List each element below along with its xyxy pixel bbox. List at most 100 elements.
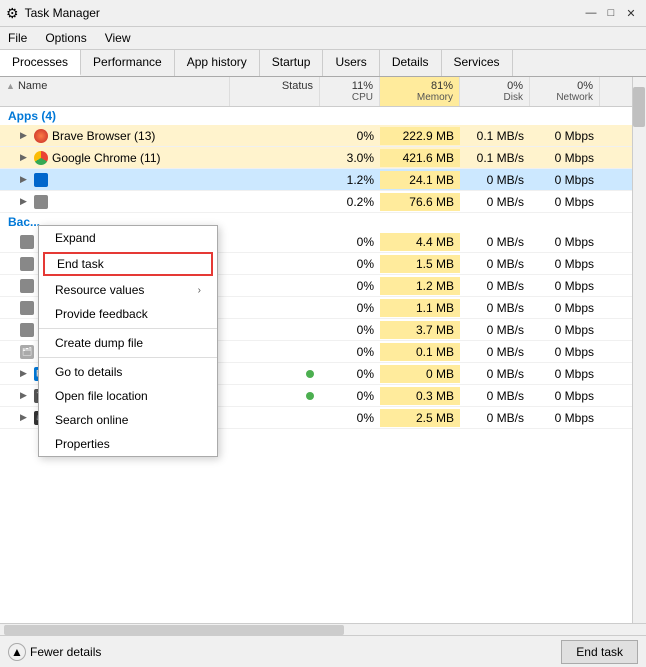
ctx-expand[interactable]: Expand — [39, 226, 217, 250]
col-cpu[interactable]: 11% CPU — [320, 77, 380, 106]
process-memory: 0 MB — [380, 365, 460, 383]
chrome-icon — [34, 151, 48, 165]
tab-users[interactable]: Users — [323, 50, 379, 76]
process-status — [230, 365, 320, 383]
menu-view[interactable]: View — [101, 29, 135, 47]
process-memory: 0.3 MB — [380, 387, 460, 405]
expand-arrow[interactable]: ▶ — [20, 196, 30, 207]
process-cpu: 0.2% — [320, 193, 380, 211]
app-icon: ⚙ — [6, 5, 19, 22]
process-memory: 1.5 MB — [380, 255, 460, 273]
process-memory: 4.4 MB — [380, 233, 460, 251]
process-network: 0 Mbps — [530, 299, 600, 317]
process-network: 0 Mbps — [530, 171, 600, 189]
table-row[interactable]: ▶ Google Chrome (11) 3.0% 421.6 MB 0.1 M… — [0, 147, 632, 169]
column-headers: ▲ Name Status 11% CPU 81% Memory 0% Disk… — [0, 77, 646, 107]
process-name: ▶ Brave Browser (13) — [0, 127, 230, 145]
table-row[interactable]: ▶ 0.2% 76.6 MB 0 MB/s 0 Mbps — [0, 191, 632, 213]
col-memory[interactable]: 81% Memory — [380, 77, 460, 106]
tab-processes[interactable]: Processes — [0, 50, 81, 76]
process-memory: 421.6 MB — [380, 149, 460, 167]
ctx-end-task[interactable]: End task — [43, 252, 213, 276]
menu-options[interactable]: Options — [41, 29, 90, 47]
bottom-bar: ▲ Fewer details End task — [0, 635, 646, 667]
process-memory: 0.1 MB — [380, 343, 460, 361]
tab-details[interactable]: Details — [380, 50, 442, 76]
bg-icon — [20, 257, 34, 271]
table-row[interactable]: ▶ 1.2% 24.1 MB 0 MB/s 0 Mbps — [0, 169, 632, 191]
col-name[interactable]: ▲ Name — [0, 77, 230, 106]
expand-arrow[interactable]: ▶ — [20, 412, 30, 423]
tab-services[interactable]: Services — [442, 50, 513, 76]
col-disk[interactable]: 0% Disk — [460, 77, 530, 106]
process-status — [230, 387, 320, 405]
table-row[interactable]: ▶ Brave Browser (13) 0% 222.9 MB 0.1 MB/… — [0, 125, 632, 147]
process-disk: 0 MB/s — [460, 321, 530, 339]
title-bar-left: ⚙ Task Manager — [6, 5, 100, 22]
process-disk: 0 MB/s — [460, 255, 530, 273]
h-scroll-thumb[interactable] — [4, 625, 344, 635]
process-status — [230, 200, 320, 204]
process-name: ▶ — [0, 193, 230, 211]
process-disk: 0 MB/s — [460, 171, 530, 189]
tab-startup[interactable]: Startup — [260, 50, 324, 76]
main-area: ▲ Name Status 11% CPU 81% Memory 0% Disk… — [0, 77, 646, 623]
process-memory: 24.1 MB — [380, 171, 460, 189]
ctx-open-file[interactable]: Open file location — [39, 384, 217, 408]
process-name: ▶ Google Chrome (11) — [0, 149, 230, 167]
fewer-details-button[interactable]: ▲ Fewer details — [8, 643, 101, 661]
chevron-up-icon: ▲ — [8, 643, 26, 661]
ctx-properties[interactable]: Properties — [39, 432, 217, 456]
process-network: 0 Mbps — [530, 193, 600, 211]
bg-icon — [20, 323, 34, 337]
ctx-resource-values[interactable]: Resource values › — [39, 278, 217, 302]
ctx-divider2 — [39, 357, 217, 358]
process-disk: 0 MB/s — [460, 277, 530, 295]
process-name: ▶ — [0, 171, 230, 189]
process-disk: 0 MB/s — [460, 365, 530, 383]
horizontal-scrollbar[interactable] — [0, 623, 646, 635]
process-disk: 0 MB/s — [460, 193, 530, 211]
scroll-thumb[interactable] — [633, 87, 645, 127]
expand-arrow[interactable]: ▶ — [20, 130, 30, 141]
expand-arrow[interactable]: ▶ — [20, 152, 30, 163]
process-status — [230, 306, 320, 310]
process-cpu: 0% — [320, 277, 380, 295]
tab-performance[interactable]: Performance — [81, 50, 175, 76]
process-disk: 0.1 MB/s — [460, 127, 530, 145]
process-network: 0 Mbps — [530, 277, 600, 295]
process-cpu: 0% — [320, 409, 380, 427]
vertical-scrollbar[interactable] — [632, 77, 646, 623]
minimize-button[interactable]: — — [582, 4, 600, 22]
expand-arrow[interactable]: ▶ — [20, 390, 30, 401]
process-cpu: 0% — [320, 387, 380, 405]
bg-icon — [20, 235, 34, 249]
menu-file[interactable]: File — [4, 29, 31, 47]
tab-app-history[interactable]: App history — [175, 50, 260, 76]
ctx-go-details[interactable]: Go to details — [39, 360, 217, 384]
process-cpu: 0% — [320, 365, 380, 383]
col-network[interactable]: 0% Network — [530, 77, 600, 106]
ctx-provide-feedback[interactable]: Provide feedback — [39, 302, 217, 326]
ctx-create-dump[interactable]: Create dump file — [39, 331, 217, 355]
bg-icon — [20, 279, 34, 293]
expand-arrow[interactable]: ▶ — [20, 368, 30, 379]
close-button[interactable]: ✕ — [622, 4, 640, 22]
end-task-button[interactable]: End task — [561, 640, 638, 664]
process-status — [230, 350, 320, 354]
expand-arrow[interactable]: ▶ — [20, 174, 30, 185]
process-status — [230, 178, 320, 182]
process-status — [230, 262, 320, 266]
ctx-search-online[interactable]: Search online — [39, 408, 217, 432]
process-memory: 3.7 MB — [380, 321, 460, 339]
process-disk: 0.1 MB/s — [460, 149, 530, 167]
process-network: 0 Mbps — [530, 127, 600, 145]
fodon-icon: 🗂 — [20, 345, 34, 359]
process-cpu: 0% — [320, 127, 380, 145]
maximize-button[interactable]: □ — [602, 4, 620, 22]
process-disk: 0 MB/s — [460, 233, 530, 251]
col-status[interactable]: Status — [230, 77, 320, 106]
status-green — [306, 392, 314, 400]
process-status — [230, 328, 320, 332]
process-cpu: 0% — [320, 299, 380, 317]
